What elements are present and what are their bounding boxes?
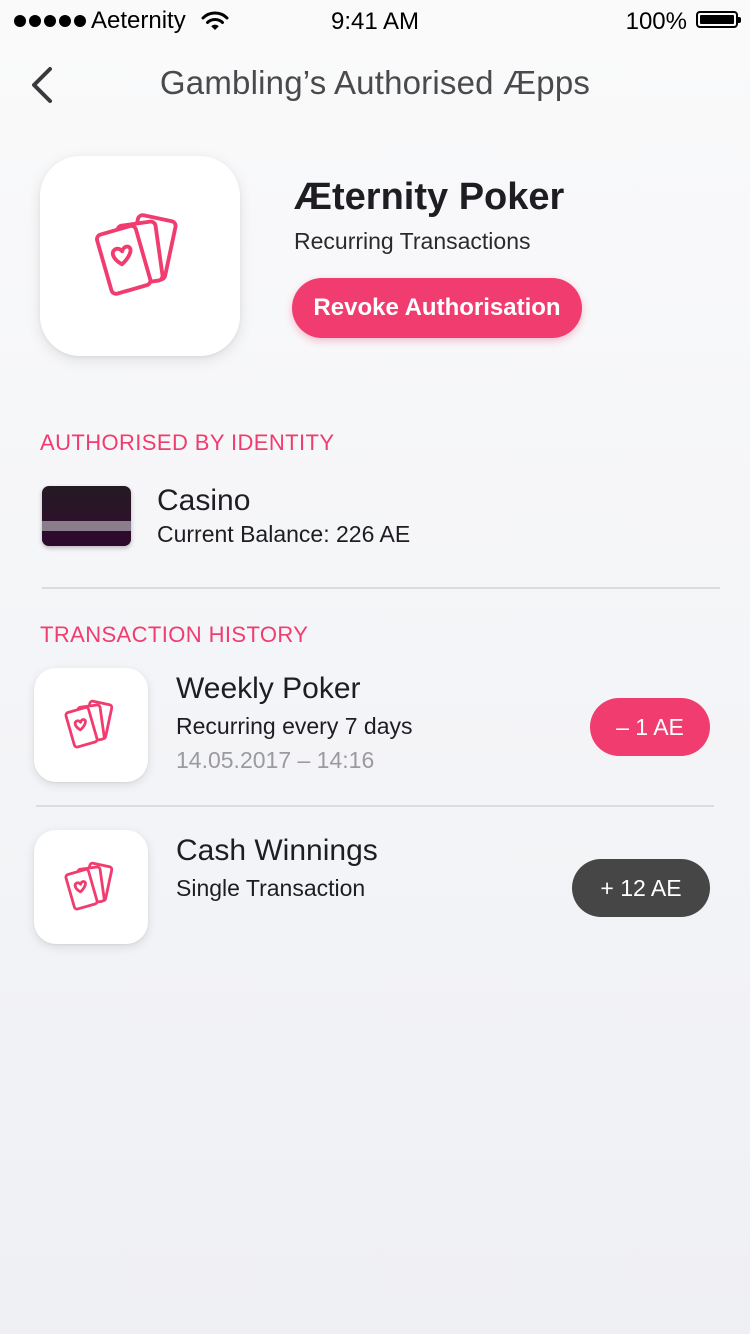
transaction-amount-badge[interactable]: – 1 AE — [590, 698, 710, 756]
transaction-title: Cash Winnings — [176, 834, 378, 867]
history-section-heading: TRANSACTION HISTORY — [40, 622, 309, 647]
transaction-app-icon[interactable] — [34, 830, 148, 944]
identity-card-thumbnail[interactable] — [42, 486, 131, 546]
identity-name: Casino — [157, 484, 251, 517]
transaction-app-icon[interactable] — [34, 668, 148, 782]
status-bar: Aeternity 9:41 AM 100% — [0, 0, 750, 40]
revoke-authorisation-button[interactable]: Revoke Authorisation — [292, 278, 582, 338]
transaction-title: Weekly Poker — [176, 672, 361, 705]
section-divider — [42, 587, 720, 589]
app-subtitle: Recurring Transactions — [294, 228, 531, 254]
card-base — [42, 531, 131, 546]
list-divider — [36, 805, 714, 807]
playing-cards-icon — [95, 213, 178, 296]
card-stripe — [42, 521, 131, 531]
battery-icon — [696, 11, 741, 28]
battery-fill — [700, 15, 734, 24]
battery-percentage: 100% — [625, 8, 687, 35]
transaction-subtitle: Single Transaction — [176, 875, 366, 901]
app-icon — [40, 156, 240, 356]
identity-balance: Current Balance: 226 AE — [157, 521, 411, 547]
transaction-date: 14.05.2017 – 14:16 — [176, 747, 375, 773]
playing-cards-icon — [64, 699, 114, 749]
transaction-subtitle: Recurring every 7 days — [176, 713, 413, 739]
app-name: Æternity Poker — [294, 176, 565, 218]
playing-cards-icon — [64, 861, 114, 911]
page-title: Gambling’s Authorised Æpps — [159, 64, 591, 101]
identity-section-heading: AUTHORISED BY IDENTITY — [40, 430, 335, 455]
transaction-amount-badge[interactable]: + 12 AE — [572, 859, 710, 917]
